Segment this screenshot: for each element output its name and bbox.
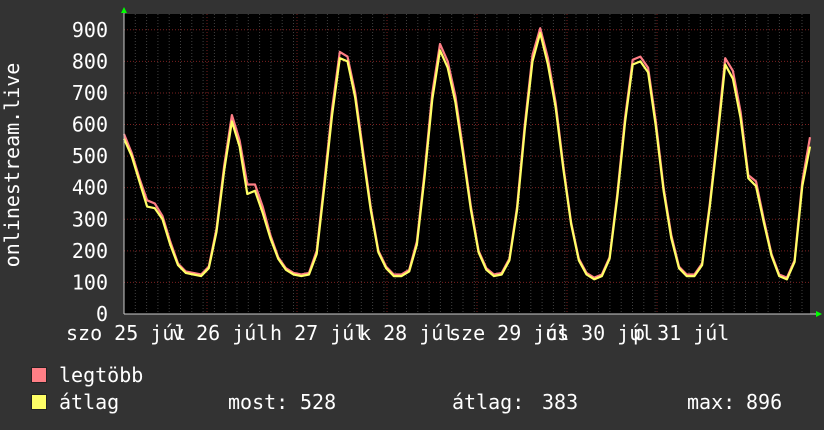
x-tick-label: p 31 júl xyxy=(633,321,729,345)
x-tick-label: szo 25 júl xyxy=(66,321,186,345)
y-tick-labels: 0100200300400500600700800900 xyxy=(72,18,108,326)
legend-label-avg: átlag xyxy=(59,390,120,414)
stat-max-value: 896 xyxy=(746,390,783,414)
x-tick-label: k 28 júl xyxy=(359,321,455,345)
y-tick-label: 800 xyxy=(72,49,108,73)
y-tick-label: 300 xyxy=(72,207,108,231)
x-tick-label: h 27 júl xyxy=(270,321,366,345)
stat-average-value: 383 xyxy=(542,390,579,414)
plot-area xyxy=(124,14,810,314)
legend: legtöbb átlag most: 528 átlag: 383 max: … xyxy=(0,360,824,420)
y-tick-label: 700 xyxy=(72,81,108,105)
x-tick-label: v 26 júl xyxy=(172,321,268,345)
stat-current-value: 528 xyxy=(300,390,337,414)
y-tick-label: 500 xyxy=(72,144,108,168)
y-tick-label: 100 xyxy=(72,270,108,294)
y-tick-label: 900 xyxy=(72,18,108,42)
y-axis-arrow xyxy=(121,7,127,13)
y-tick-label: 600 xyxy=(72,113,108,137)
stat-max-label: max: xyxy=(687,390,736,414)
legend-swatch-max xyxy=(31,367,47,383)
legend-swatch-avg xyxy=(31,394,47,410)
y-tick-label: 200 xyxy=(72,239,108,263)
legend-row-avg: átlag most: 528 átlag: 383 max: 896 xyxy=(30,389,820,415)
y-axis-label: onlinestream.live xyxy=(0,63,24,268)
stat-current-label: most: xyxy=(228,390,289,414)
legend-label-max: legtöbb xyxy=(59,363,144,387)
stat-average-label: átlag: xyxy=(452,390,525,414)
y-tick-label: 400 xyxy=(72,176,108,200)
x-tick-labels: szo 25 júlv 26 júl h 27 júlk 28 júlsze 29… xyxy=(66,321,729,345)
x-axis-arrow xyxy=(816,311,822,317)
